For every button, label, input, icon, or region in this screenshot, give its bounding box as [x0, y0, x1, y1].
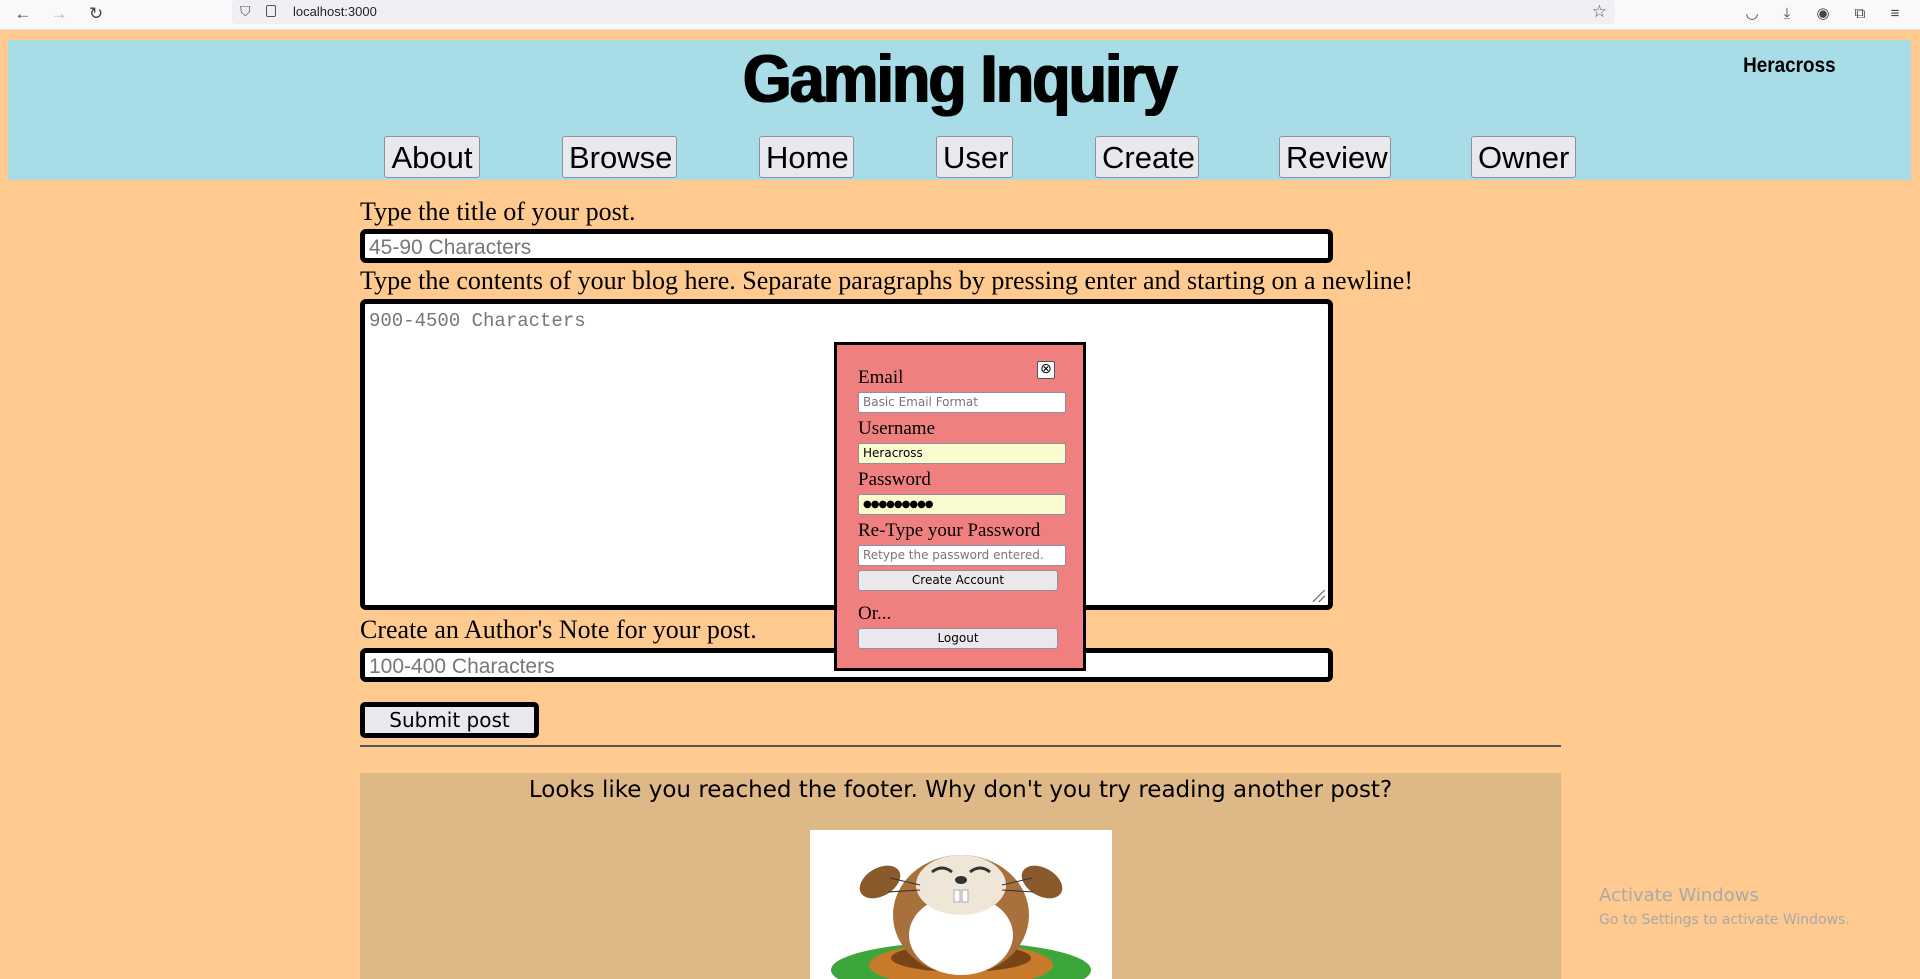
password-input[interactable]: ●●●●●●●●● — [858, 494, 1066, 515]
site-header: Gaming Inquiry Heracross About Browse Ho… — [8, 40, 1911, 180]
nav-create-button[interactable]: Create — [1095, 136, 1199, 178]
retype-password-label: Re-Type your Password — [858, 520, 1041, 541]
footer: Looks like you reached the footer. Why d… — [360, 773, 1561, 979]
close-icon[interactable]: ⊗ — [1037, 361, 1055, 379]
pocket-icon[interactable]: ◡ — [1741, 3, 1763, 25]
browser-toolbar: ← → ↻ ⛉ localhost:3000 ☆ ◡ ⤓ ◉ ⧉ ≡ — [0, 0, 1920, 30]
email-label: Email — [858, 367, 904, 388]
nav-owner-button[interactable]: Owner — [1471, 136, 1576, 178]
url-text[interactable]: localhost:3000 — [293, 4, 377, 19]
activate-windows-title: Activate Windows — [1599, 885, 1759, 906]
download-icon[interactable]: ⤓ — [1776, 3, 1798, 25]
back-icon[interactable]: ← — [11, 3, 35, 25]
forward-icon[interactable]: → — [47, 3, 71, 25]
nav-about-button[interactable]: About — [384, 136, 480, 178]
nav-review-button[interactable]: Review — [1279, 136, 1391, 178]
title-label: Type the title of your post. — [360, 197, 636, 226]
activate-windows-subtitle: Go to Settings to activate Windows. — [1599, 912, 1850, 928]
content-placeholder: 900-4500 Characters — [369, 310, 586, 332]
or-text: Or... — [858, 603, 892, 624]
reload-icon[interactable]: ↻ — [84, 3, 108, 25]
nav-browse-button[interactable]: Browse — [562, 136, 677, 178]
site-title: Gaming Inquiry — [742, 41, 1178, 117]
shield-icon[interactable]: ⛉ — [240, 3, 251, 20]
account-icon[interactable]: ◉ — [1812, 3, 1834, 25]
star-icon[interactable]: ☆ — [1592, 2, 1607, 22]
divider — [360, 745, 1561, 747]
content-label: Type the contents of your blog here. Sep… — [360, 266, 1413, 295]
account-modal: ⊗ Email Basic Email Format Username Hera… — [834, 342, 1086, 671]
password-label: Password — [858, 469, 931, 490]
retype-password-input[interactable]: Retype the password entered. — [858, 545, 1066, 566]
footer-text: Looks like you reached the footer. Why d… — [528, 777, 1393, 803]
header-username: Heracross — [1743, 54, 1836, 77]
extensions-icon[interactable]: ⧉ — [1849, 3, 1871, 25]
submit-post-button[interactable]: Submit post — [360, 702, 539, 738]
mole-image — [810, 830, 1112, 979]
nav-home-button[interactable]: Home — [759, 136, 854, 178]
author-note-label: Create an Author's Note for your post. — [360, 615, 757, 644]
create-account-button[interactable]: Create Account — [858, 570, 1058, 591]
nav-user-button[interactable]: User — [936, 136, 1013, 178]
username-label: Username — [858, 418, 936, 439]
page-icon — [266, 5, 276, 17]
username-input[interactable]: Heracross — [858, 443, 1066, 464]
title-input[interactable]: 45-90 Characters — [360, 229, 1333, 263]
email-input[interactable]: Basic Email Format — [858, 392, 1066, 413]
logout-button[interactable]: Logout — [858, 628, 1058, 649]
menu-icon[interactable]: ≡ — [1884, 3, 1906, 25]
resize-grip-icon[interactable] — [1313, 590, 1325, 602]
address-bar[interactable]: ⛉ localhost:3000 ☆ — [232, 0, 1615, 24]
